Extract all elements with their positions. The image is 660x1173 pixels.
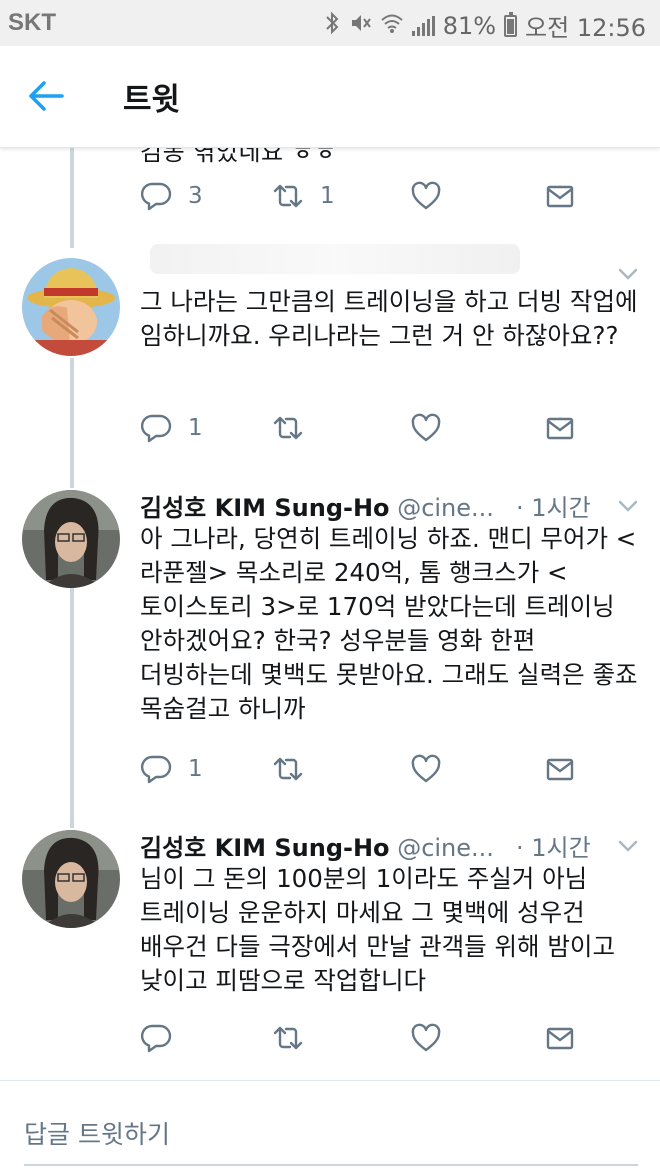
previous-tweet-clipped-text: 김동 엮었네요 ㅎㅎ: [140, 148, 337, 166]
envelope-icon: [546, 758, 574, 781]
tweet-actions: [140, 1020, 640, 1056]
reply-icon: [140, 414, 172, 443]
like-button[interactable]: [410, 751, 442, 787]
reply-count: 1: [188, 415, 203, 441]
reply-button[interactable]: 1: [140, 410, 203, 446]
chevron-down-icon[interactable]: [616, 266, 640, 282]
like-button[interactable]: [410, 1020, 442, 1056]
thread-line: [70, 358, 74, 488]
direct-message-button[interactable]: [544, 751, 576, 787]
previous-tweet-actions: 3 1: [140, 178, 640, 214]
tweet-time: · 1시간: [516, 834, 591, 862]
envelope-icon: [546, 417, 574, 440]
avatar[interactable]: [22, 258, 120, 356]
heart-icon: [411, 1023, 441, 1052]
tweet-actions: 1: [140, 410, 640, 446]
reply-button[interactable]: 1: [140, 751, 203, 787]
reply-icon: [140, 1024, 172, 1053]
reply-composer[interactable]: 답글 트윗하기: [0, 1080, 660, 1173]
display-name[interactable]: 김성호 KIM Sung-Ho: [140, 494, 390, 522]
tweet-actions: 1: [140, 751, 640, 787]
retweet-button[interactable]: [272, 410, 304, 446]
carrier-label: SKT: [8, 9, 56, 36]
retweet-icon: [273, 757, 303, 781]
envelope-icon: [546, 1027, 574, 1050]
chevron-down-icon[interactable]: [616, 838, 640, 854]
heart-icon: [411, 754, 441, 783]
retweet-icon: [273, 1026, 303, 1050]
user-handle[interactable]: @cine...: [397, 494, 494, 522]
wifi-icon: [380, 12, 404, 39]
direct-message-button[interactable]: [544, 1020, 576, 1056]
retweet-count: 1: [320, 183, 335, 209]
back-arrow-icon[interactable]: [26, 76, 66, 116]
page-title: 트윗: [123, 82, 181, 118]
status-bar: SKT 81% 오전 12:56: [0, 0, 660, 46]
direct-message-button[interactable]: [544, 178, 576, 214]
retweet-button[interactable]: [272, 751, 304, 787]
avatar[interactable]: [22, 490, 120, 588]
reply-underline: [24, 1164, 638, 1166]
signal-icon: [411, 15, 435, 36]
retweet-icon: [273, 416, 303, 440]
reply-count: 3: [188, 183, 203, 209]
retweet-button[interactable]: 1: [272, 178, 335, 214]
like-button[interactable]: [410, 410, 442, 446]
blurred-name: [150, 244, 520, 274]
heart-icon: [411, 413, 441, 442]
like-button[interactable]: [410, 178, 442, 214]
retweet-button[interactable]: [272, 1020, 304, 1056]
reply-button[interactable]: 3: [140, 178, 203, 214]
tweet-time: · 1시간: [516, 494, 591, 522]
battery-percent: 81%: [442, 11, 497, 40]
mute-icon: [350, 12, 372, 39]
avatar[interactable]: [22, 830, 120, 928]
chevron-down-icon[interactable]: [616, 498, 640, 514]
battery-icon: [504, 11, 518, 37]
reply-icon: [140, 182, 172, 211]
reply-input-placeholder[interactable]: 답글 트윗하기: [24, 1115, 170, 1151]
tweet-text: 그 나라는 그만큼의 트레이닝을 하고 더빙 작업에 임하니까요. 우리나라는 …: [140, 287, 638, 350]
reply-button[interactable]: [140, 1020, 172, 1056]
tweet-text: 아 그나라, 당연히 트레이닝 하죠. 맨디 무어가 <라푼젤> 목소리로 24…: [140, 524, 638, 723]
bluetooth-icon: [324, 11, 342, 40]
tweet-header: 김성호 KIM Sung-Ho @cine...: [140, 488, 494, 523]
clock: 오전 12:56: [525, 14, 646, 42]
reply-icon: [140, 755, 172, 784]
app-header: 트윗: [0, 46, 660, 148]
tweet-header: 김성호 KIM Sung-Ho @cine...: [140, 828, 494, 863]
display-name[interactable]: 김성호 KIM Sung-Ho: [140, 834, 390, 862]
reply-count: 1: [188, 756, 203, 782]
retweet-icon: [273, 184, 303, 208]
thread-line: [70, 588, 74, 828]
direct-message-button[interactable]: [544, 410, 576, 446]
heart-icon: [411, 181, 441, 210]
tweet-text: 님이 그 돈의 100분의 1이라도 주실거 아님 트레이닝 운운하지 마세요 …: [140, 864, 615, 995]
user-handle[interactable]: @cine...: [397, 834, 494, 862]
envelope-icon: [546, 185, 574, 208]
